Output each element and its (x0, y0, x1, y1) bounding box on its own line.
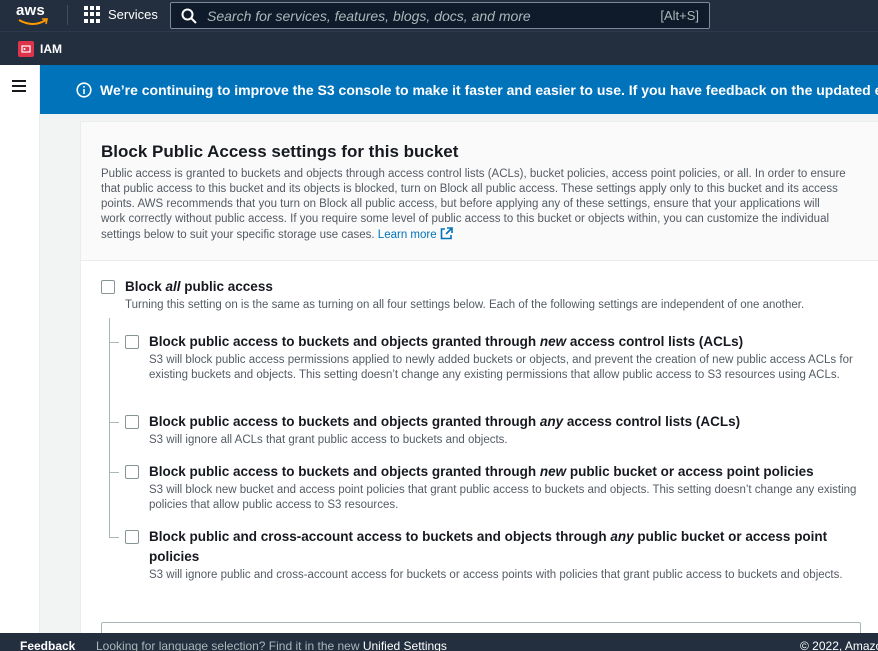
iam-label: IAM (40, 42, 62, 56)
side-navigation-rail (0, 65, 40, 633)
panel-description-text: Public access is granted to buckets and … (101, 168, 846, 241)
top-navigation: aws Services [Alt+S] (0, 0, 878, 31)
block-any-policies-description: S3 will ignore public and cross-account … (149, 569, 843, 581)
global-search[interactable]: [Alt+S] (170, 2, 710, 29)
option-tree-line (109, 318, 110, 538)
tree-tick (109, 422, 119, 423)
block-new-policies-description: S3 will block new bucket and access poin… (149, 484, 857, 511)
block-any-acls-label: Block public access to buckets and objec… (149, 414, 741, 429)
block-new-acls-label: Block public access to buckets and objec… (149, 334, 744, 349)
info-icon (76, 81, 92, 98)
console-footer: Feedback Looking for language selection?… (0, 633, 878, 651)
services-label: Services (108, 7, 158, 22)
block-all-label: Block all public access (125, 279, 273, 294)
aws-logo[interactable]: aws (16, 3, 52, 27)
block-all-checkbox[interactable] (101, 280, 115, 294)
banner-message: We’re continuing to improve the S3 conso… (100, 81, 878, 98)
learn-more-link[interactable]: Learn more (378, 227, 453, 241)
services-menu-button[interactable]: Services (84, 6, 158, 23)
block-new-policies-checkbox[interactable] (125, 465, 139, 479)
unified-settings-link[interactable]: Unified Settings (363, 639, 447, 651)
block-any-acls-checkbox[interactable] (125, 415, 139, 429)
copyright: © 2022, Amazon (800, 639, 878, 651)
search-input[interactable] (207, 7, 647, 24)
aws-logo-text: aws (16, 2, 45, 19)
service-favorites-bar: IAM (0, 31, 878, 65)
main-content: Block Public Access settings for this bu… (40, 114, 878, 651)
block-any-policies-checkbox[interactable] (125, 530, 139, 544)
block-new-policies-label: Block public access to buckets and objec… (149, 464, 814, 479)
search-shortcut-hint: [Alt+S] (660, 8, 699, 23)
block-all-description: Turning this setting on is the same as t… (125, 299, 805, 311)
tree-tick (109, 472, 119, 473)
aws-smile-icon (18, 18, 48, 25)
panel-header: Block Public Access settings for this bu… (81, 122, 878, 261)
block-any-acls-description: S3 will ignore all ACLs that grant publi… (149, 434, 508, 446)
external-link-icon (440, 227, 453, 240)
search-icon (181, 8, 197, 24)
menu-icon[interactable] (12, 80, 26, 92)
feedback-link[interactable]: Feedback (20, 639, 75, 651)
info-banner: We’re continuing to improve the S3 conso… (40, 65, 878, 114)
block-any-policies-label: Block public and cross-account access to… (149, 529, 828, 544)
iam-service-icon (18, 41, 34, 57)
language-notice: Looking for language selection? Find it … (96, 639, 447, 651)
panel-title: Block Public Access settings for this bu… (101, 142, 459, 161)
block-new-acls-checkbox[interactable] (125, 335, 139, 349)
tree-tick (109, 537, 119, 538)
block-any-policies-label-line2: policies (149, 549, 200, 564)
tree-tick (109, 342, 119, 343)
panel-description: Public access is granted to buckets and … (101, 167, 846, 243)
iam-shortcut[interactable]: IAM (18, 41, 62, 57)
services-grid-icon (84, 6, 101, 23)
block-new-acls-description: S3 will block public access permissions … (149, 354, 853, 381)
block-public-access-panel: Block Public Access settings for this bu… (80, 121, 878, 651)
nav-divider (67, 5, 68, 25)
